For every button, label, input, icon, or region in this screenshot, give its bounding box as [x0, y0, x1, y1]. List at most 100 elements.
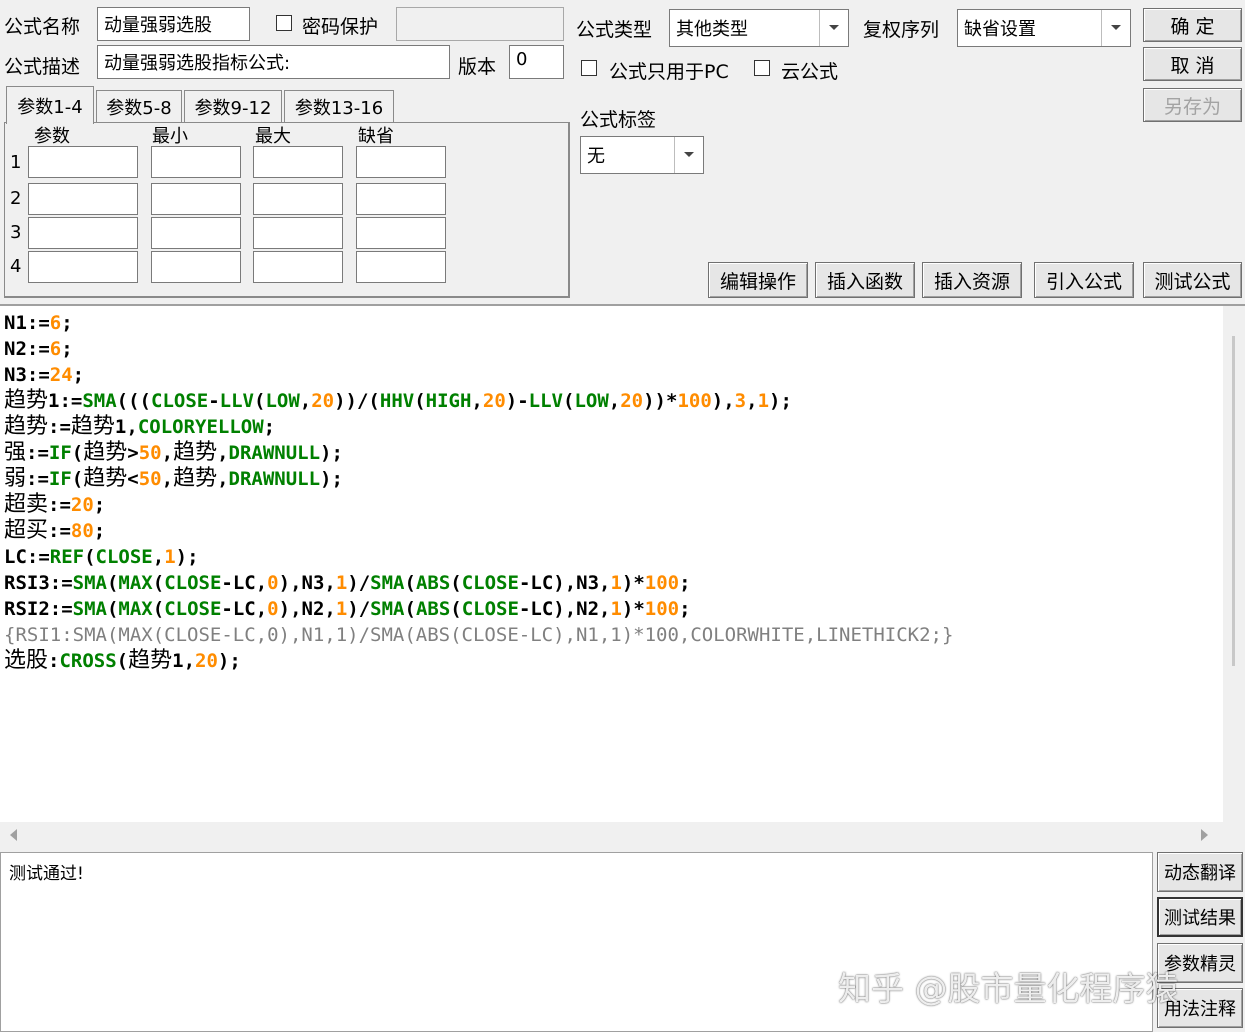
code-token: (: [450, 598, 462, 620]
code-token: SMA: [72, 598, 107, 620]
save-as-button[interactable]: 另存为: [1143, 88, 1242, 122]
code-token: ,: [217, 468, 229, 490]
formula-type-select[interactable]: 其他类型: [669, 9, 849, 47]
code-token: N3:=: [4, 364, 50, 386]
code-token: (((: [116, 390, 151, 412]
code-token: (: [106, 598, 119, 620]
code-token: COLORYELLOW: [137, 416, 264, 438]
param-2-default-input[interactable]: [356, 183, 446, 215]
param-2-min-input[interactable]: [151, 183, 241, 215]
code-token: (: [116, 650, 129, 672]
code-token: 1: [164, 546, 176, 568]
code-token: :=: [26, 442, 49, 464]
test-result-button[interactable]: 测试结果: [1157, 897, 1243, 937]
param-2-max-input[interactable]: [253, 183, 343, 215]
rights-series-label: 复权序列: [863, 19, 940, 41]
version-label: 版本: [458, 56, 497, 78]
param-4-min-input[interactable]: [151, 251, 241, 283]
code-token: ,: [299, 390, 312, 412]
code-token: 24: [49, 364, 73, 386]
test-formula-button[interactable]: 测试公式: [1143, 262, 1242, 298]
scrollbar-thumb[interactable]: [1232, 336, 1235, 666]
formula-type-value: 其他类型: [676, 19, 748, 40]
scroll-left-icon[interactable]: [8, 828, 18, 842]
code-token: ;: [61, 312, 73, 334]
import-formula-button[interactable]: 引入公式: [1034, 262, 1134, 298]
code-token: 20: [311, 390, 335, 412]
formula-name-input[interactable]: 动量强弱选股: [97, 7, 250, 41]
code-token: ),N3,: [278, 572, 336, 594]
watermark: 知乎 @股市量化程序猿: [838, 969, 1179, 1008]
code-token: 趋势: [83, 440, 128, 465]
code-token: 80: [70, 520, 94, 542]
code-token: ;: [679, 572, 691, 594]
param-3-default-input[interactable]: [356, 217, 446, 249]
code-token: 1,: [114, 416, 138, 438]
param-col-default: 缺省: [358, 126, 394, 147]
edit-operation-button[interactable]: 编辑操作: [708, 262, 808, 298]
code-token: 20: [195, 650, 218, 672]
param-3-max-input[interactable]: [253, 217, 343, 249]
vertical-scrollbar[interactable]: [1223, 306, 1245, 822]
pc-only-checkbox[interactable]: [581, 60, 597, 76]
code-token: ,: [161, 468, 174, 490]
password-input[interactable]: [396, 7, 564, 41]
param-4-default-input[interactable]: [356, 251, 446, 283]
pc-only-label: 公式只用于PC: [609, 61, 729, 83]
param-4-max-input[interactable]: [253, 251, 343, 283]
tab-params-1-4[interactable]: 参数1-4: [6, 86, 94, 124]
code-line: 趋势:=趋势1,COLORYELLOW;: [4, 414, 953, 440]
code-token: LLV: [219, 390, 254, 412]
param-1-name-input[interactable]: [28, 146, 138, 178]
param-1-default-input[interactable]: [356, 146, 446, 178]
ok-button[interactable]: 确 定: [1143, 8, 1242, 42]
code-token: ;: [61, 338, 73, 360]
code-token: RSI2:=: [4, 598, 73, 620]
code-token: {RSI1:SMA(MAX(CLOSE-LC,0),N1,1)/SMA(ABS(…: [4, 624, 954, 646]
code-token: SMA: [370, 598, 405, 620]
rights-series-select[interactable]: 缺省设置: [957, 9, 1131, 47]
password-checkbox[interactable]: [276, 15, 292, 31]
code-token: HHV: [379, 390, 415, 412]
version-input[interactable]: 0: [509, 45, 564, 79]
code-token: 趋势: [128, 648, 173, 673]
formula-tag-select[interactable]: 无: [580, 136, 704, 174]
param-1-max-input[interactable]: [253, 146, 343, 178]
formula-desc-input[interactable]: 动量强弱选股指标公式:: [97, 45, 450, 79]
chevron-down-icon[interactable]: [1101, 10, 1130, 46]
code-token: 趋势: [70, 414, 115, 439]
param-2-name-input[interactable]: [28, 183, 138, 215]
insert-function-button[interactable]: 插入函数: [815, 262, 915, 298]
code-token: 趋势: [4, 414, 49, 439]
param-3-min-input[interactable]: [151, 217, 241, 249]
scroll-right-icon[interactable]: [1200, 828, 1210, 842]
param-1-min-input[interactable]: [151, 146, 241, 178]
dynamic-translate-button[interactable]: 动态翻译: [1157, 852, 1243, 892]
code-token: 1: [757, 390, 770, 412]
insert-resource-button[interactable]: 插入资源: [922, 262, 1022, 298]
code-token: RSI3:=: [4, 572, 73, 594]
code-token: ;: [93, 520, 106, 542]
code-token: 100: [677, 390, 712, 412]
code-token: DRAWNULL: [228, 442, 321, 464]
code-token: );: [320, 442, 343, 464]
formula-tag-value: 无: [587, 146, 605, 167]
tab-params-9-12[interactable]: 参数9-12: [184, 90, 282, 122]
code-token: -LC,: [221, 598, 268, 620]
code-token: CLOSE: [164, 572, 222, 594]
cloud-checkbox[interactable]: [754, 60, 770, 76]
code-token: MAX: [118, 572, 153, 594]
tab-params-13-16[interactable]: 参数13-16: [284, 90, 394, 122]
cancel-button[interactable]: 取 消: [1143, 47, 1242, 81]
param-3-name-input[interactable]: [28, 217, 138, 249]
chevron-down-icon[interactable]: [819, 10, 848, 46]
formula-code-editor[interactable]: N1:=6; N2:=6; N3:=24; 趋势1:=SMA(((CLOSE-LLV(…: [0, 304, 1245, 848]
tab-params-5-8[interactable]: 参数5-8: [96, 90, 182, 122]
code-token: CLOSE: [461, 598, 519, 620]
code-token: 0: [267, 598, 279, 620]
chevron-down-icon[interactable]: [674, 137, 703, 173]
code-token: 选股: [4, 648, 49, 673]
param-4-name-input[interactable]: [28, 251, 138, 283]
horizontal-scrollbar[interactable]: [0, 822, 1245, 848]
formula-type-label: 公式类型: [576, 19, 653, 41]
